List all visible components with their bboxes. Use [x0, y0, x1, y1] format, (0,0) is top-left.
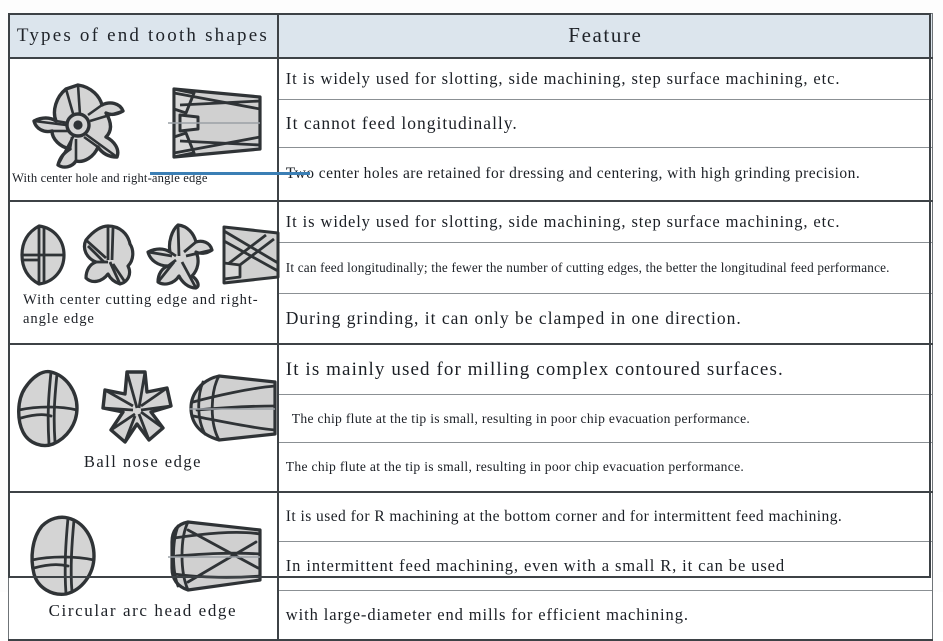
- feature-text: During grinding, it can only be clamped …: [278, 293, 932, 343]
- ballnose-face-4flute-icon: [97, 366, 177, 452]
- feature-cell-1: It is widely used for slotting, side mac…: [277, 57, 933, 202]
- table-row: With center hole and right-angle edge It…: [7, 57, 933, 202]
- header-cell-types: Types of end tooth shapes: [7, 13, 279, 59]
- endmill-face-4flute-center-hole-icon: [22, 75, 134, 171]
- feature-text: with large-diameter end mills for effici…: [278, 590, 932, 639]
- illustration-group-1: [9, 72, 277, 171]
- feature-text: Two center holes are retained for dressi…: [278, 147, 932, 200]
- header-cell-feature: Feature: [277, 13, 933, 59]
- ballnose-side-icon: [185, 366, 277, 452]
- shape-label-2: With center cutting edge and right-angle…: [23, 292, 259, 327]
- table-row: Ball nose edge It is mainly used for mil…: [7, 343, 933, 493]
- header-label-types: Types of end tooth shapes: [16, 24, 269, 46]
- shape-cell-2: With center cutting edge and right-angle…: [6, 200, 280, 345]
- endmill-face-2flute-icon: [6, 220, 72, 290]
- endmill-face-3flute-icon: [72, 220, 142, 290]
- endmill-side-center-cutting-icon: [216, 219, 280, 291]
- shape-cell-3: Ball nose edge: [7, 343, 279, 493]
- feature-cell-4: It is used for R machining at the bottom…: [277, 491, 933, 641]
- radius-side-icon: [162, 512, 262, 600]
- feature-subtable-3: It is mainly used for milling complex co…: [278, 345, 932, 491]
- illustration-group-2: [6, 217, 280, 291]
- feature-text: It is widely used for slotting, side mac…: [278, 202, 932, 243]
- document-page: Types of end tooth shapes Feature With c…: [0, 0, 943, 641]
- shape-label-3: Ball nose edge: [83, 451, 202, 471]
- table-header-row: Types of end tooth shapes Feature: [7, 13, 933, 59]
- illustration-group-4: [9, 510, 277, 600]
- ballnose-face-2flute-icon: [9, 366, 89, 452]
- feature-subtable-1: It is widely used for slotting, side mac…: [278, 59, 932, 200]
- feature-text: In intermittent feed machining, even wit…: [278, 541, 932, 591]
- feature-subtable-4: It is used for R machining at the bottom…: [278, 493, 932, 639]
- feature-text: It is used for R machining at the bottom…: [278, 493, 932, 542]
- feature-text: It is mainly used for milling complex co…: [278, 345, 932, 395]
- endmill-side-right-angle-icon: [160, 75, 264, 171]
- feature-text: The chip flute at the tip is small, resu…: [278, 442, 932, 491]
- illustration-group-3: [9, 364, 277, 452]
- shape-cell-1: With center hole and right-angle edge: [7, 57, 279, 202]
- endmill-face-4flute-icon: [142, 220, 216, 290]
- header-label-feature: Feature: [568, 23, 643, 47]
- radius-face-2flute-icon: [24, 512, 106, 600]
- feature-text: The chip flute at the tip is small, resu…: [278, 394, 932, 443]
- end-tooth-shapes-table: Types of end tooth shapes Feature With c…: [6, 13, 933, 641]
- feature-text: It cannot feed longitudinally.: [278, 99, 932, 148]
- shape-cell-4: Circular arc head edge: [7, 491, 279, 641]
- table-row: With center cutting edge and right-angle…: [6, 200, 933, 345]
- table-row: Circular arc head edge It is used for R …: [7, 491, 933, 641]
- feature-text: It is widely used for slotting, side mac…: [278, 59, 932, 100]
- feature-text: It can feed longitudinally; the fewer th…: [278, 242, 932, 294]
- feature-subtable-2: It is widely used for slotting, side mac…: [278, 202, 932, 343]
- accent-underline: [150, 172, 310, 175]
- shape-label-4: Circular arc head edge: [48, 601, 238, 621]
- feature-cell-2: It is widely used for slotting, side mac…: [277, 200, 933, 345]
- feature-cell-3: It is mainly used for milling complex co…: [277, 343, 933, 493]
